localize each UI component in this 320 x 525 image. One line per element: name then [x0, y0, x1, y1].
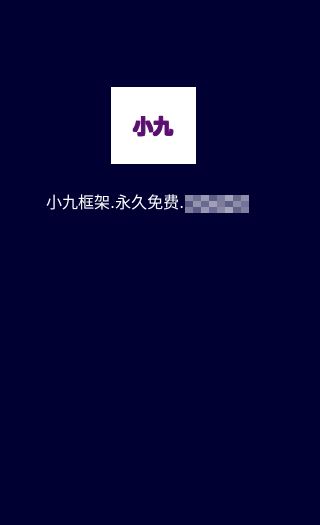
mosaic-tile	[185, 207, 194, 213]
mosaic-tile	[201, 207, 210, 213]
mosaic-tile	[225, 207, 234, 213]
splash-screen: 小九 小九框架.永久免费.	[0, 0, 310, 525]
mosaic-tile	[217, 207, 226, 213]
redacted-text-mosaic	[185, 195, 250, 213]
logo-text: 小九	[133, 116, 174, 139]
tagline: 小九框架.永久免费.	[46, 191, 250, 215]
tagline-text: 小九框架.永久免费.	[46, 193, 185, 212]
app-logo: 小九	[111, 87, 196, 164]
mosaic-tile	[233, 207, 242, 213]
mosaic-tile	[209, 207, 218, 213]
mosaic-tile	[193, 207, 202, 213]
mosaic-tile	[241, 207, 250, 213]
